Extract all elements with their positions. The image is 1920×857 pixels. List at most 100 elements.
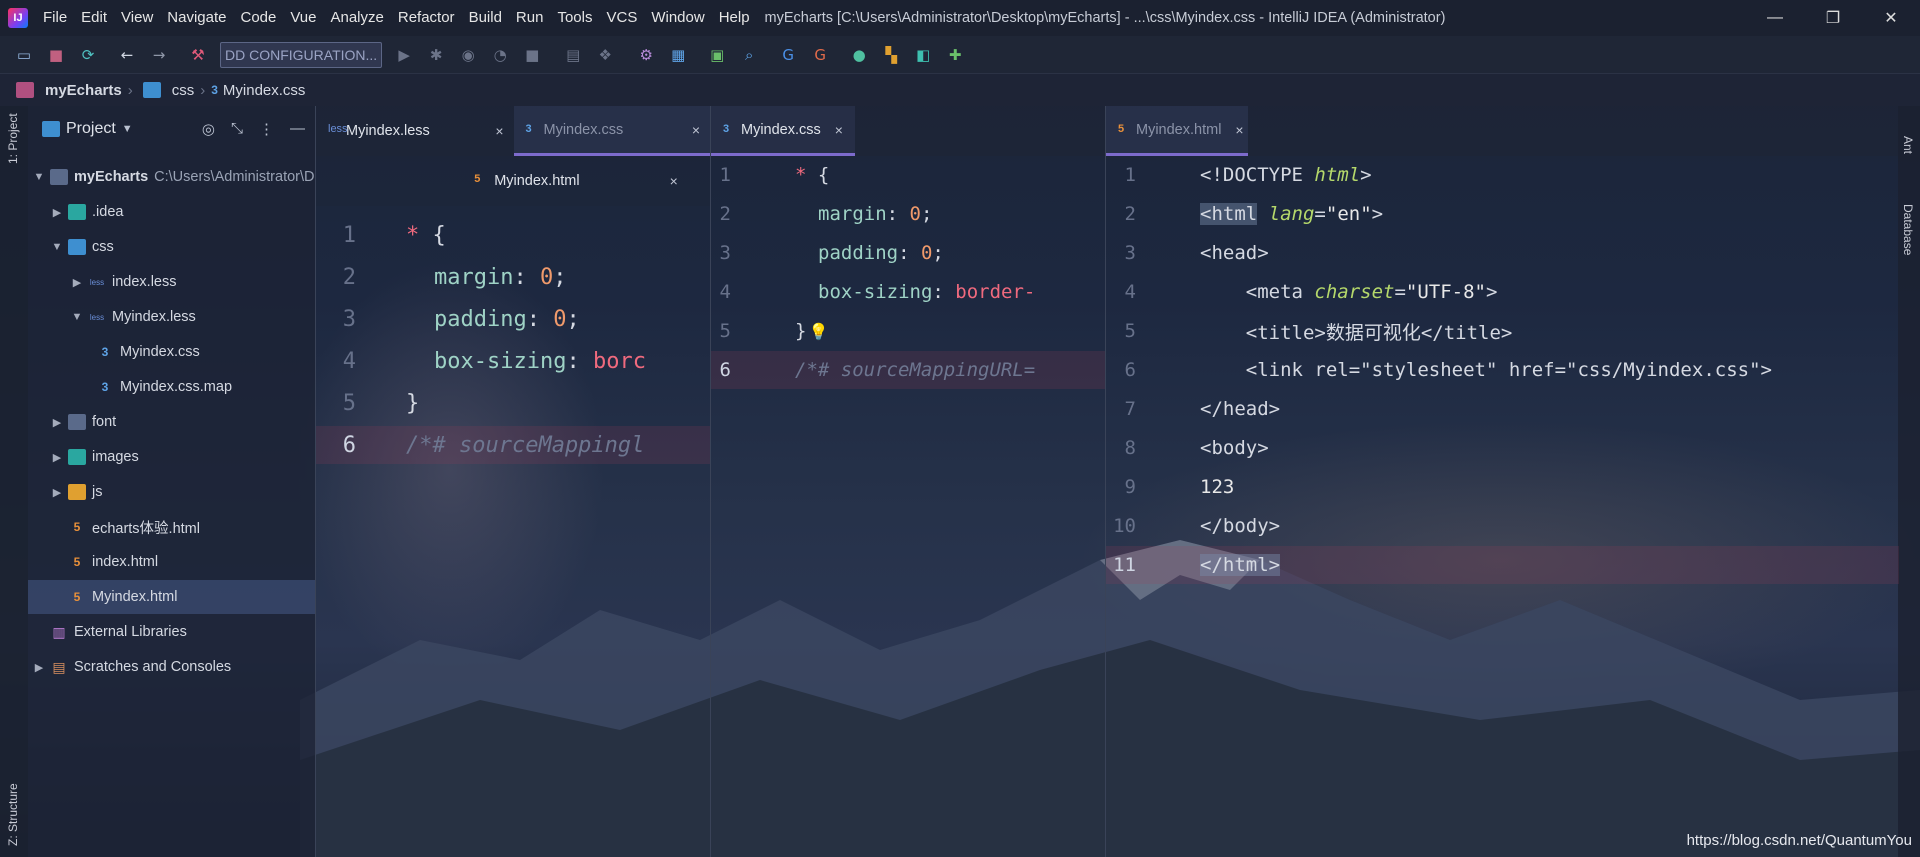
coverage-icon[interactable]: ◉ xyxy=(455,42,481,68)
menu-code[interactable]: Code xyxy=(233,0,283,36)
record-icon[interactable]: ● xyxy=(846,42,872,68)
menu-edit[interactable]: Edit xyxy=(74,0,114,36)
tree-item-external-libraries[interactable]: ▥ External Libraries xyxy=(28,615,315,649)
menu-file[interactable]: File xyxy=(36,0,74,36)
settings-gear-icon[interactable]: ⚙ xyxy=(633,42,659,68)
folder-icon xyxy=(68,484,86,500)
lightbulb-icon[interactable]: 💡 xyxy=(808,322,828,341)
code-line: 2 margin: 0; xyxy=(342,264,567,290)
restore-button[interactable]: ❐ xyxy=(1804,0,1862,36)
project-tool-button[interactable]: 1: Project xyxy=(6,113,20,164)
breadcrumb-file[interactable]: 3 Myindex.css xyxy=(211,82,305,99)
tree-item-index-less[interactable]: ▶ less index.less xyxy=(28,265,315,299)
menu-window[interactable]: Window xyxy=(644,0,711,36)
code-line: 4 <meta charset = "UTF-8" > xyxy=(1124,281,1498,303)
search-icon[interactable]: ⌕ xyxy=(736,42,762,68)
close-icon[interactable]: × xyxy=(495,123,503,139)
menu-tools[interactable]: Tools xyxy=(550,0,599,36)
menu-run[interactable]: Run xyxy=(509,0,551,36)
code-line: 1 * { xyxy=(342,222,446,248)
menu-build[interactable]: Build xyxy=(462,0,509,36)
chevron-right-icon: ▶ xyxy=(72,276,82,289)
plugin-grid-icon[interactable]: ▚ xyxy=(878,42,904,68)
tree-item-myindex-less[interactable]: ▼ less Myindex.less xyxy=(28,300,315,334)
code-line: 6 /*# sourceMappingURL= xyxy=(711,351,1106,389)
tree-item-echarts-html[interactable]: 5 echarts体验.html xyxy=(28,510,315,544)
tab-myindex-less[interactable]: less Myindex.less × xyxy=(316,106,514,156)
tree-item-js[interactable]: ▶ js xyxy=(28,475,315,509)
forward-arrow-icon[interactable]: → xyxy=(146,42,172,68)
close-icon[interactable]: × xyxy=(835,122,843,138)
ant-tool-button[interactable]: Ant xyxy=(1901,136,1915,154)
project-view-selector[interactable]: Project xyxy=(66,120,116,138)
tree-item-myecharts[interactable]: ▼ myEcharts C:\Users\Administrator\D xyxy=(28,160,315,194)
close-icon[interactable]: × xyxy=(1235,122,1243,138)
locate-target-icon[interactable]: ◎ xyxy=(202,120,215,138)
hammer-icon[interactable]: ⚒ xyxy=(185,42,211,68)
less-file-icon: less xyxy=(89,312,105,322)
profile-icon[interactable]: ◔ xyxy=(487,42,513,68)
more-options-icon[interactable]: ⋮ xyxy=(259,120,274,138)
code-area[interactable]: 1 * { 2 margin: 0; 3 padding: 0; 4 box-s… xyxy=(316,206,711,857)
tree-item-images[interactable]: ▶ images xyxy=(28,440,315,474)
menu-navigate[interactable]: Navigate xyxy=(160,0,233,36)
sync-icon[interactable]: ⟳ xyxy=(75,42,101,68)
debug-icon[interactable]: ✱ xyxy=(423,42,449,68)
chevron-down-icon: ▼ xyxy=(33,171,45,183)
pane1-tabbar: less Myindex.less × 3 Myindex.css × xyxy=(316,106,710,156)
menu-analyze[interactable]: Analyze xyxy=(323,0,390,36)
menu-vue[interactable]: Vue xyxy=(283,0,323,36)
breadcrumb-folder[interactable]: css xyxy=(139,82,194,99)
code-area[interactable]: 1 <!DOCTYPE html > 2 <html lang = "en" > 3 <… xyxy=(1106,156,1899,857)
run-configuration-selector[interactable]: DD CONFIGURATION... xyxy=(220,41,383,68)
tree-item-idea[interactable]: ▶ .idea xyxy=(28,195,315,229)
minimize-button[interactable]: — xyxy=(1746,0,1804,36)
tab-myindex-css[interactable]: 3 Myindex.css × xyxy=(513,106,710,156)
collapse-all-icon[interactable]: ⤡ xyxy=(231,120,243,138)
html-file-icon: 5 xyxy=(73,590,81,604)
editor-pane-2: 3 Myindex.css × 1 * { 2 margin: 0; 3 pad… xyxy=(710,106,1106,857)
menu-help[interactable]: Help xyxy=(712,0,757,36)
tree-item-index-html[interactable]: 5 index.html xyxy=(28,545,315,579)
open-folder-icon[interactable]: ▭ xyxy=(11,42,37,68)
code-area[interactable]: 1 * { 2 margin: 0; 3 padding: 0; 4 box-s… xyxy=(711,156,1106,857)
translate-google-icon[interactable]: G xyxy=(775,42,801,68)
tab-myindex-css-2[interactable]: 3 Myindex.css × xyxy=(711,106,855,156)
close-window-button[interactable]: ✕ xyxy=(1862,0,1920,36)
folder-icon xyxy=(142,82,161,98)
close-icon[interactable]: × xyxy=(692,122,700,138)
menu-vcs[interactable]: VCS xyxy=(599,0,644,36)
translate-alt-icon[interactable]: G xyxy=(807,42,833,68)
editor-pane-1: less Myindex.less × 3 Myindex.css × 5 My… xyxy=(315,106,711,857)
tree-item-scratches[interactable]: ▶ ▤ Scratches and Consoles xyxy=(28,650,315,684)
menu-view[interactable]: View xyxy=(114,0,160,36)
tree-item-font[interactable]: ▶ font xyxy=(28,405,315,439)
menu-refactor[interactable]: Refactor xyxy=(391,0,462,36)
save-icon[interactable]: ■ xyxy=(43,42,69,68)
hide-panel-icon[interactable]: — xyxy=(290,120,305,138)
database-tool-button[interactable]: Database xyxy=(1901,204,1915,255)
chevron-down-icon[interactable]: ▼ xyxy=(122,123,133,135)
breadcrumb: myEcharts › css › 3 Myindex.css xyxy=(0,74,1920,106)
tab-myindex-html-3[interactable]: 5 Myindex.html × xyxy=(1106,106,1248,156)
build-artifact-icon[interactable]: ▤ xyxy=(560,42,586,68)
back-arrow-icon[interactable]: ← xyxy=(114,42,140,68)
close-icon[interactable]: × xyxy=(670,173,678,189)
terminal-icon[interactable]: ▣ xyxy=(704,42,730,68)
tree-item-myindex-html[interactable]: 5 Myindex.html xyxy=(28,580,315,614)
project-structure-icon[interactable]: ❖ xyxy=(592,42,618,68)
code-line: 2 <html lang = "en" > xyxy=(1124,203,1384,225)
bookmark-icon[interactable]: ◧ xyxy=(910,42,936,68)
puzzle-plugin-icon[interactable]: ✚ xyxy=(942,42,968,68)
structure-tool-button[interactable]: Z: Structure xyxy=(6,783,20,846)
tree-item-myindex-css-map[interactable]: 3 Myindex.css.map xyxy=(28,370,315,404)
right-tool-stripe: Ant Database xyxy=(1898,106,1920,857)
tab-myindex-html[interactable]: 5 Myindex.html × xyxy=(458,156,688,206)
breadcrumb-project[interactable]: myEcharts xyxy=(12,82,122,99)
grid-layout-icon[interactable]: ▦ xyxy=(665,42,691,68)
tree-item-css[interactable]: ▼ css xyxy=(28,230,315,264)
tree-item-myindex-css[interactable]: 3 Myindex.css xyxy=(28,335,315,369)
main-toolbar: ▭ ■ ⟳ ← → ⚒ DD CONFIGURATION... ▶ ✱ ◉ ◔ … xyxy=(0,36,1920,74)
stop-icon[interactable]: ■ xyxy=(519,42,545,68)
run-icon[interactable]: ▶ xyxy=(391,42,417,68)
